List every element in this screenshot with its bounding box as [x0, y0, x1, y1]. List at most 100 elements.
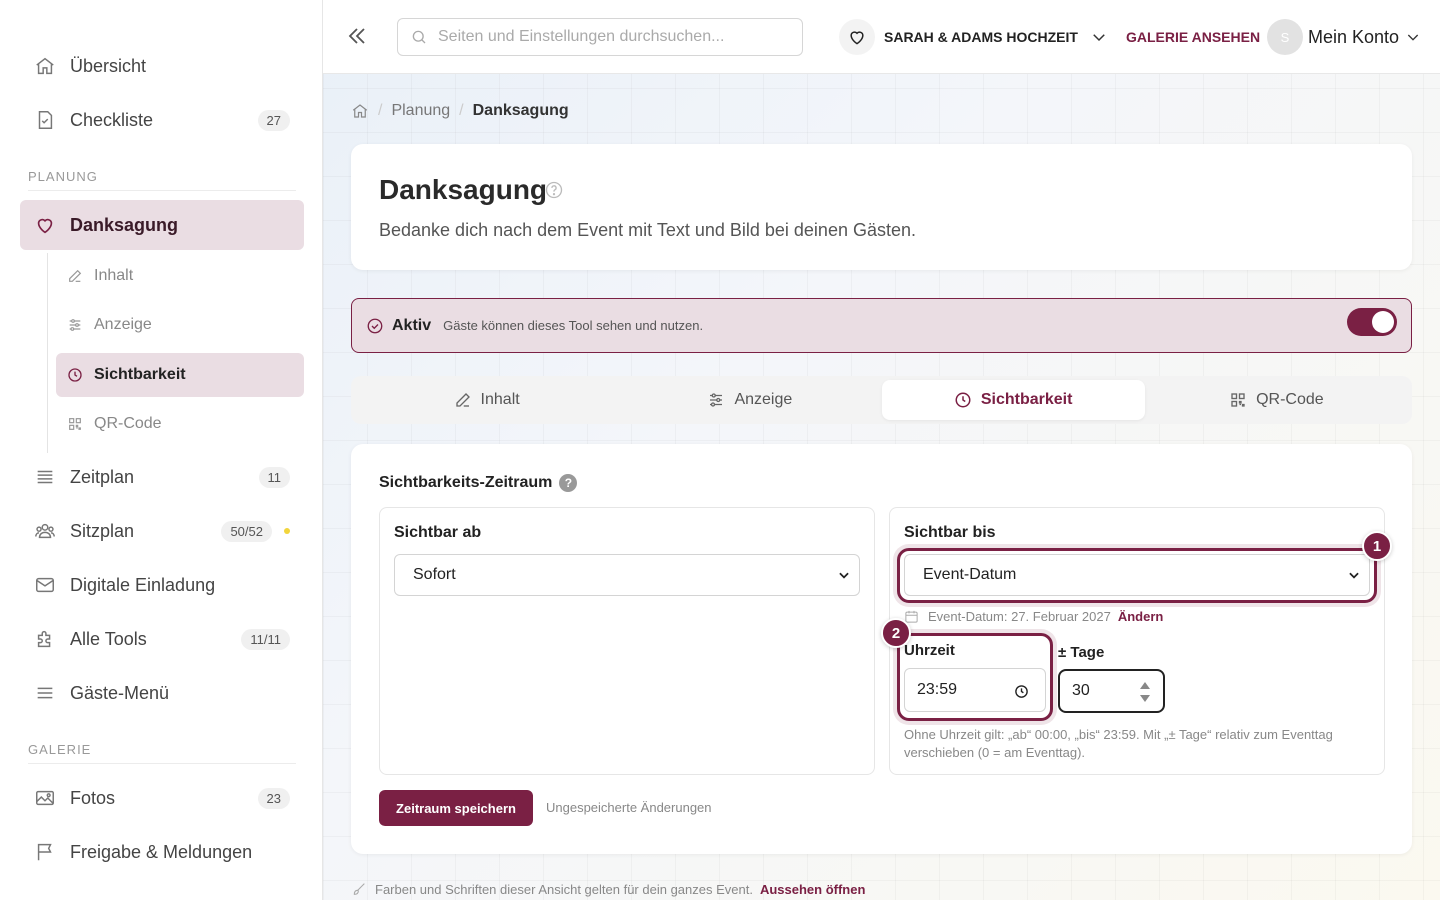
sidebar-item-label: Digitale Einladung	[70, 574, 216, 595]
sidebar-subitem-label: Anzeige	[94, 316, 152, 333]
sidebar-item-fotos[interactable]: Fotos 23	[20, 773, 304, 823]
stepper-icon[interactable]	[1139, 681, 1151, 703]
sidebar-item-zeitplan[interactable]: Zeitplan 11	[20, 452, 304, 502]
sidebar-item-label: Danksagung	[70, 214, 179, 235]
menu-icon	[34, 682, 56, 704]
search-box[interactable]	[397, 18, 803, 56]
tab-inhalt[interactable]: Inhalt	[355, 380, 618, 420]
sidebar-item-danksagung[interactable]: Danksagung	[20, 200, 304, 250]
visible-until-panel: Sichtbar bis Event-Datum 1 Event-Datum: …	[881, 507, 1392, 775]
select-value: Sofort	[413, 566, 456, 583]
search-icon	[410, 28, 428, 46]
help-icon[interactable]: ?	[559, 474, 578, 492]
unsaved-changes-text: Ungespeicherte Änderungen	[546, 800, 712, 815]
event-selector[interactable]: SARAH & ADAMS HOCHZEIT	[839, 18, 1108, 56]
chevron-down-icon	[1347, 568, 1361, 582]
tab-qr-code[interactable]: QR-Code	[1145, 380, 1408, 420]
breadcrumb-parent[interactable]: Planung	[391, 102, 450, 120]
sidebar-item-uebersicht[interactable]: Übersicht	[20, 41, 304, 91]
tab-label: QR-Code	[1256, 391, 1324, 408]
people-icon	[34, 520, 56, 542]
main-area: SARAH & ADAMS HOCHZEIT GALERIE ANSEHEN S…	[323, 0, 1440, 900]
sidebar-subitem-sichtbarkeit[interactable]: Sichtbarkeit	[56, 353, 304, 397]
event-name: SARAH & ADAMS HOCHZEIT	[884, 29, 1078, 45]
chevron-down-icon	[837, 568, 851, 582]
tab-sichtbarkeit[interactable]: Sichtbarkeit	[881, 380, 1145, 420]
sidebar-item-sitzplan[interactable]: Sitzplan 50/52	[20, 506, 304, 556]
appearance-link[interactable]: Aussehen öffnen	[760, 882, 865, 897]
page-title: Danksagung	[379, 174, 548, 205]
visible-from-panel: Sichtbar ab Sofort	[379, 507, 875, 775]
visible-until-select[interactable]: Event-Datum	[904, 554, 1370, 596]
clock-icon	[954, 391, 972, 409]
visible-from-select[interactable]: Sofort	[394, 554, 860, 596]
account-menu[interactable]: S Mein Konto	[1267, 18, 1421, 56]
section-title-text: Sichtbarkeits-Zeitraum	[379, 474, 553, 491]
collapse-sidebar-icon[interactable]	[345, 24, 369, 48]
days-value: 30	[1072, 682, 1090, 699]
sidebar-item-gaeste-menue[interactable]: Gäste-Menü	[20, 668, 304, 718]
event-date-info: Event-Datum: 27. Februar 2027 Ändern	[904, 609, 1163, 624]
list-icon	[34, 466, 56, 488]
sidebar-subitem-qr-code[interactable]: QR-Code	[56, 402, 304, 446]
sidebar-item-alle-tools[interactable]: Alle Tools 11/11	[20, 614, 304, 664]
check-circle-icon	[366, 317, 384, 335]
avatar: S	[1267, 19, 1303, 55]
section-title: Sichtbarkeits-Zeitraum ?	[379, 474, 578, 492]
help-icon[interactable]	[544, 180, 564, 200]
sidebar: Übersicht Checkliste 27 PLANUNG Danksagu…	[0, 0, 323, 900]
search-input[interactable]	[438, 28, 778, 46]
sidebar-item-freigabe-meldungen[interactable]: Freigabe & Meldungen	[20, 827, 304, 877]
tab-label: Inhalt	[480, 391, 520, 408]
save-button[interactable]: Zeitraum speichern	[379, 790, 533, 826]
tab-bar: Inhalt Anzeige Sichtbarkeit QR-Code	[351, 376, 1412, 424]
edit-icon	[454, 391, 472, 409]
section-label-planung: PLANUNG	[28, 169, 98, 184]
count-badge: 50/52	[221, 520, 272, 542]
step-marker: 1	[1362, 531, 1392, 561]
page-subtitle: Bedanke dich nach dem Event mit Text und…	[379, 220, 917, 240]
tab-label: Sichtbarkeit	[980, 391, 1073, 408]
heart-icon	[34, 214, 56, 236]
sidebar-item-checkliste[interactable]: Checkliste 27	[20, 95, 304, 145]
count-badge: 11	[258, 466, 290, 488]
days-input[interactable]: 30	[1058, 669, 1165, 713]
status-label: Aktiv	[392, 316, 432, 334]
divider	[28, 190, 296, 191]
divider	[28, 763, 296, 764]
footer-note: Farben und Schriften dieser Ansicht gelt…	[351, 881, 865, 897]
change-date-link[interactable]: Ändern	[1118, 609, 1164, 624]
count-badge: 11/11	[241, 628, 290, 650]
sidebar-item-digitale-einladung[interactable]: Digitale Einladung	[20, 560, 304, 610]
account-label: Mein Konto	[1308, 26, 1400, 47]
breadcrumb-separator: /	[459, 102, 464, 119]
gallery-link[interactable]: GALERIE ANSEHEN	[1126, 29, 1260, 45]
edit-icon	[66, 267, 84, 285]
visibility-card: Sichtbarkeits-Zeitraum ? Sichtbar ab Sof…	[351, 444, 1412, 854]
sidebar-subitem-label: Inhalt	[94, 267, 134, 284]
time-label: Uhrzeit	[904, 642, 955, 659]
sidebar-item-label: Freigabe & Meldungen	[70, 841, 253, 862]
days-label: ± Tage	[1058, 644, 1105, 661]
sliders-icon	[66, 316, 84, 334]
sidebar-subitem-anzeige[interactable]: Anzeige	[56, 303, 304, 347]
home-icon[interactable]	[351, 102, 369, 120]
sidebar-item-label: Gäste-Menü	[70, 682, 170, 703]
clock-icon	[66, 366, 84, 384]
count-badge: 23	[257, 787, 290, 809]
sidebar-item-label: Sitzplan	[70, 520, 135, 541]
sidebar-subitem-inhalt[interactable]: Inhalt	[56, 254, 304, 298]
time-input[interactable]: 23:59	[904, 668, 1046, 712]
section-label-galerie: GALERIE	[28, 742, 92, 757]
status-bar: Aktiv Gäste können dieses Tool sehen und…	[351, 298, 1412, 353]
qr-icon	[66, 415, 84, 433]
tab-anzeige[interactable]: Anzeige	[618, 380, 881, 420]
breadcrumb-separator: /	[378, 102, 383, 119]
breadcrumb: / Planung / Danksagung	[351, 102, 569, 120]
visible-until-label: Sichtbar bis	[904, 524, 996, 541]
sliders-icon	[707, 391, 725, 409]
page-header-card: Danksagung Bedanke dich nach dem Event m…	[351, 144, 1412, 270]
qr-icon	[1229, 391, 1247, 409]
active-toggle[interactable]	[1347, 308, 1397, 336]
sidebar-item-label: Alle Tools	[70, 628, 147, 649]
